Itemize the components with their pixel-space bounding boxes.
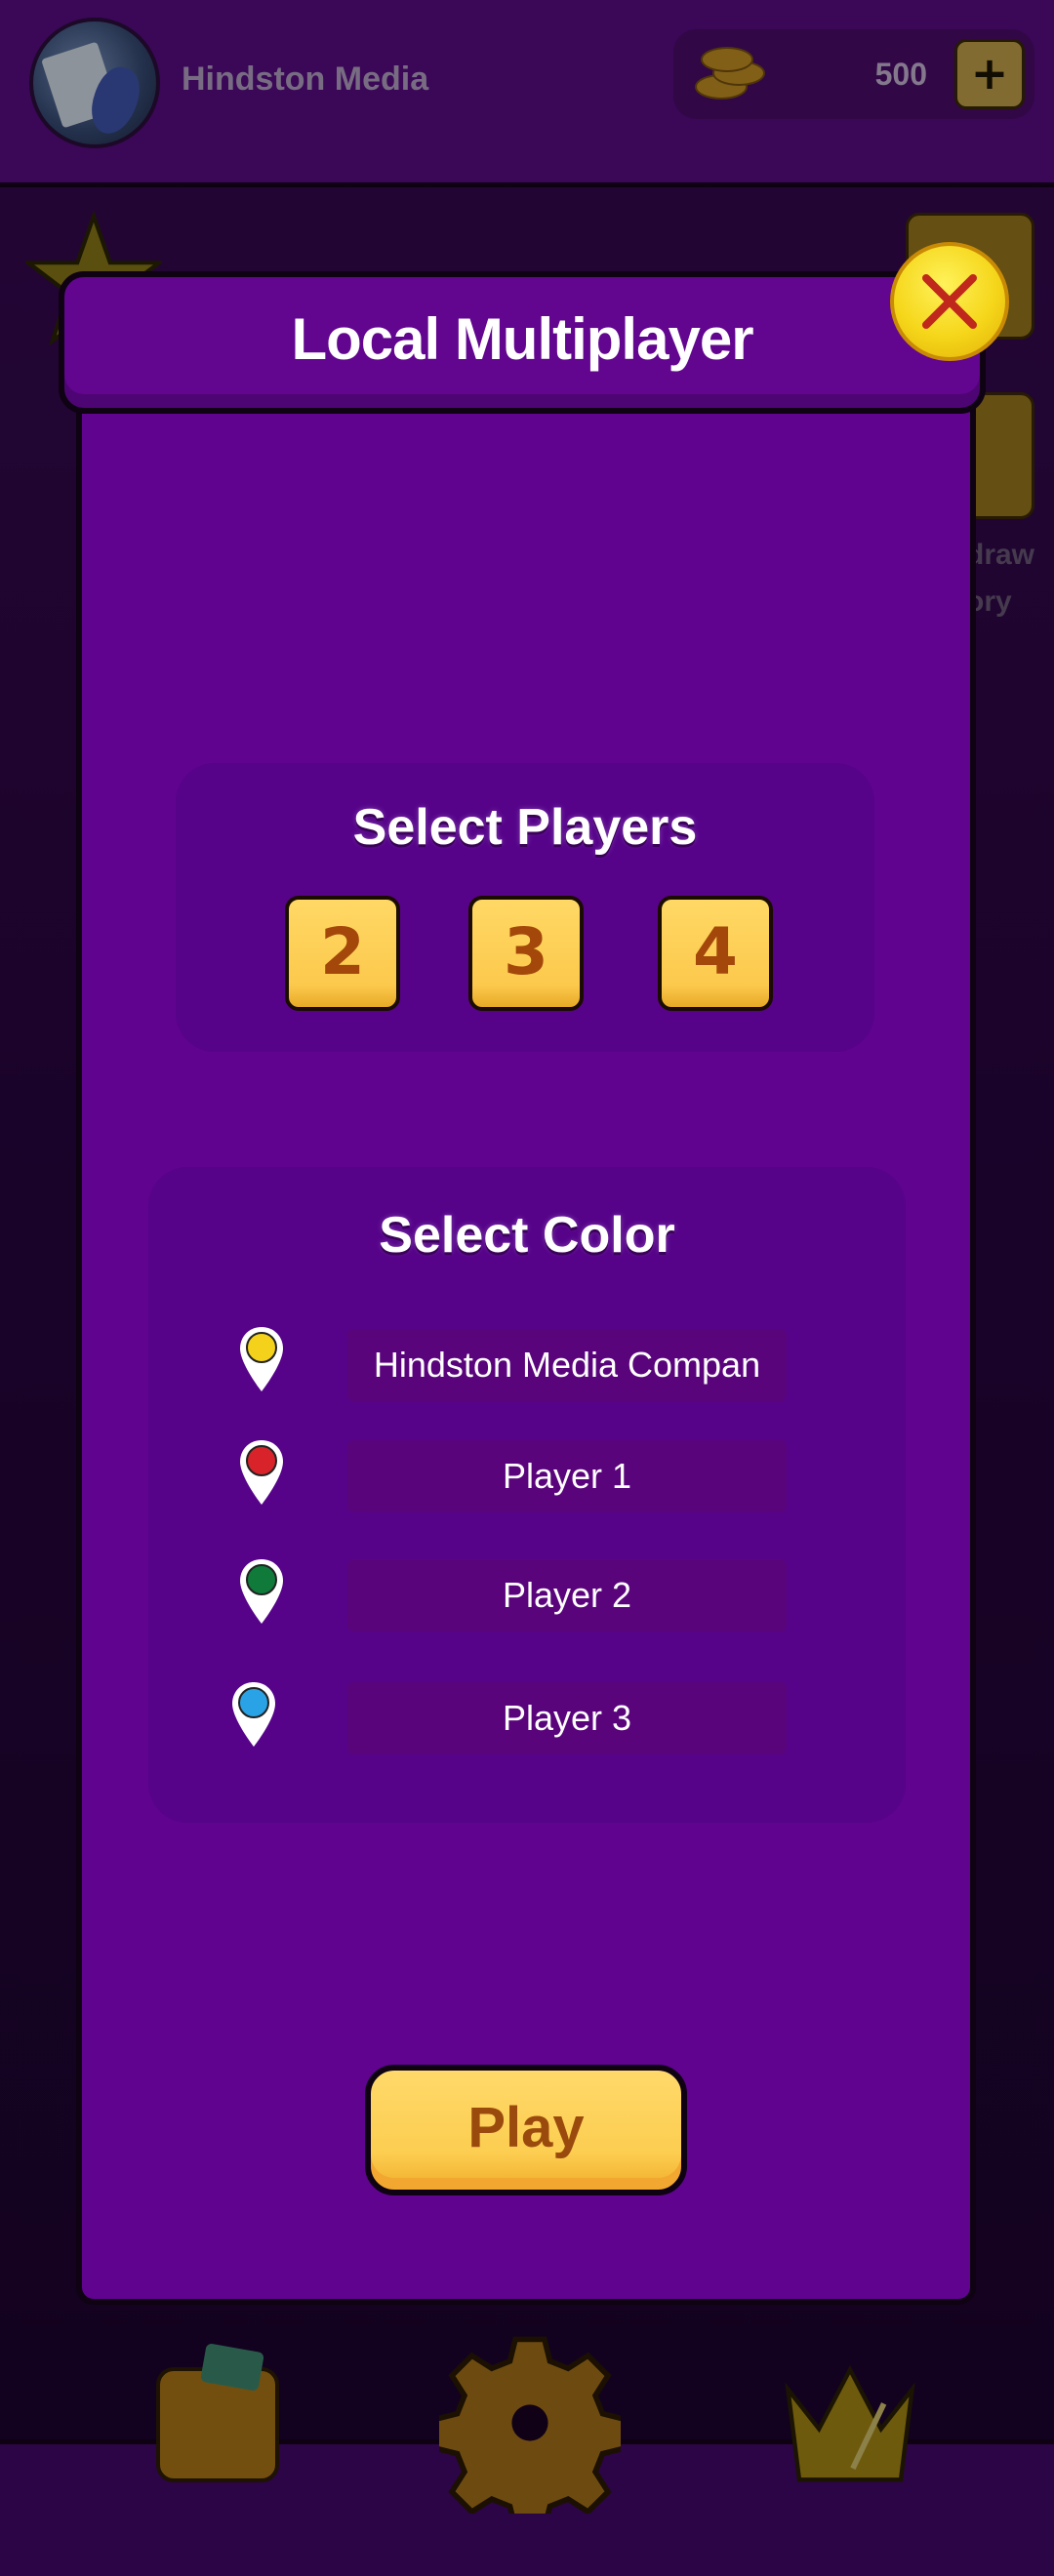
players-3-button[interactable]: 3 <box>468 896 584 1011</box>
close-button[interactable] <box>890 242 1009 361</box>
select-color-title: Select Color <box>379 1207 675 1264</box>
green-pin-icon[interactable] <box>238 1557 285 1626</box>
players-4-button[interactable]: 4 <box>658 896 773 1011</box>
players-2-button[interactable]: 2 <box>285 896 400 1011</box>
red-pin-icon[interactable] <box>238 1438 285 1507</box>
select-players-title: Select Players <box>352 799 698 856</box>
close-icon <box>922 274 977 329</box>
player-name-field-2[interactable]: Player 1 <box>347 1440 787 1512</box>
dialog-header: Local Multiplayer <box>59 271 986 414</box>
player-name-field-3[interactable]: Player 2 <box>347 1559 787 1631</box>
yellow-pin-icon[interactable] <box>238 1325 285 1393</box>
blue-pin-icon[interactable] <box>230 1680 277 1749</box>
player-name-field-4[interactable]: Player 3 <box>347 1682 787 1754</box>
play-button[interactable]: Play <box>365 2065 687 2195</box>
play-button-label: Play <box>467 2096 585 2159</box>
player-name-field-1[interactable]: Hindston Media Compan <box>347 1329 787 1401</box>
dialog-title: Local Multiplayer <box>291 306 753 372</box>
